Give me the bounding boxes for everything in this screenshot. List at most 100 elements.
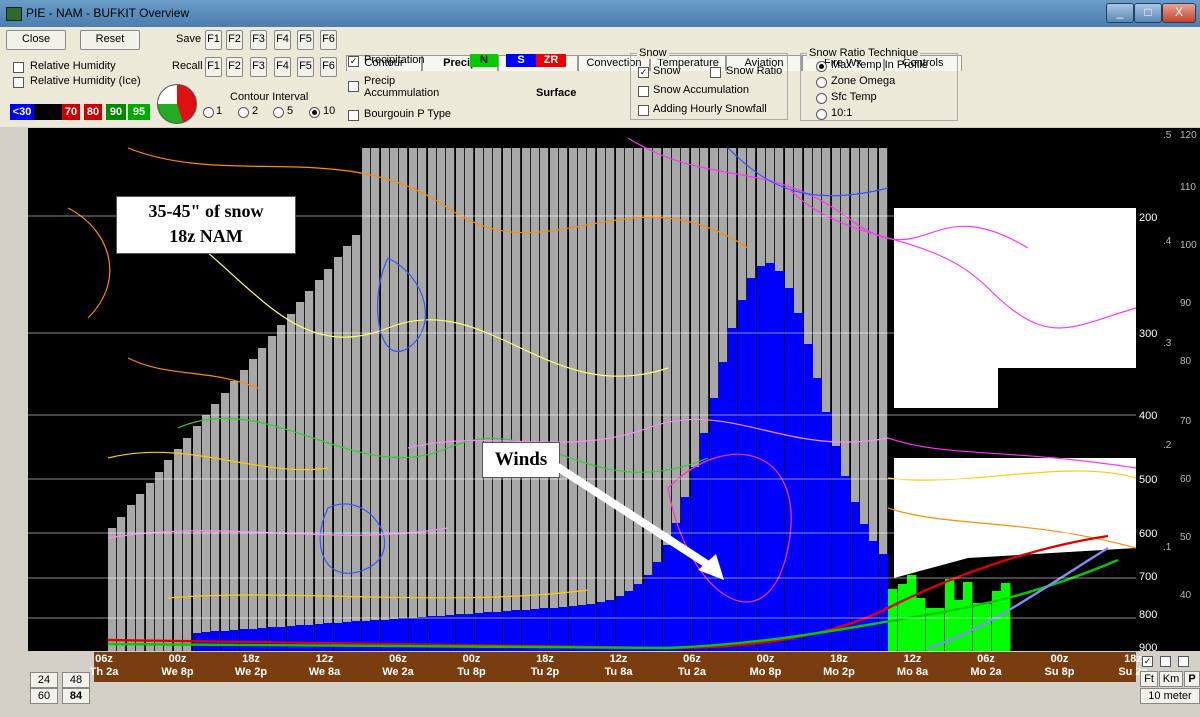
time-tick-hour: 18z xyxy=(809,653,869,666)
rh-checkbox[interactable] xyxy=(13,62,24,73)
time-tick: 00z Su 8p xyxy=(1030,653,1090,679)
precip-bar xyxy=(277,325,285,651)
snow-ratio-label: Snow Ratio xyxy=(726,65,782,77)
ft-button[interactable]: Ft xyxy=(1140,671,1158,687)
reset-button[interactable]: Reset xyxy=(80,30,140,50)
ratio-max-temp-label: Max Temp In Profile xyxy=(831,59,928,71)
height-10-meter-button[interactable]: 10 meter xyxy=(1140,688,1200,704)
right-axis: 200 300 400 500 600 700 800 900 .5 .4 .3… xyxy=(1136,128,1200,651)
save-f4[interactable]: F4 xyxy=(274,30,291,50)
time-tick-day: We 8p xyxy=(148,666,208,679)
rh-swatch-80: 80 xyxy=(84,104,102,120)
snow-bar xyxy=(822,412,831,651)
ptype-s: S xyxy=(506,54,536,67)
snow-bar xyxy=(315,624,324,651)
minimize-button[interactable]: _ xyxy=(1106,3,1134,23)
snow-bar xyxy=(277,627,286,651)
time-tick-day: Tu 2p xyxy=(515,666,575,679)
recall-f1[interactable]: F1 xyxy=(205,57,222,77)
snow-accum-checkbox[interactable] xyxy=(638,86,649,97)
temp-70: 70 xyxy=(1180,416,1191,427)
snow-bar xyxy=(569,606,578,651)
hours-24-button[interactable]: 24 xyxy=(30,672,58,688)
snow-bar xyxy=(559,607,568,651)
time-tick-day: Su 8p xyxy=(1030,666,1090,679)
precip-bar xyxy=(117,517,125,651)
unit-check-2[interactable] xyxy=(1160,656,1171,667)
recall-f2[interactable]: F2 xyxy=(226,57,243,77)
hours-60-button[interactable]: 60 xyxy=(30,688,58,704)
rh-swatch-70: 70 xyxy=(62,104,80,120)
precip-bar xyxy=(522,148,530,651)
save-f2[interactable]: F2 xyxy=(226,30,243,50)
precip-bar xyxy=(362,148,370,651)
winds-arrow-icon xyxy=(548,458,738,588)
maximize-button[interactable]: □ xyxy=(1134,3,1162,23)
snow-ratio-checkbox[interactable] xyxy=(710,67,721,78)
precip-bar xyxy=(446,148,454,651)
snow-bar xyxy=(287,626,296,651)
precipitation-checkbox[interactable]: ✓ xyxy=(348,56,359,67)
snow-annotation-line1: 35-45" of snow xyxy=(117,199,295,224)
bufkit-overview-plot[interactable]: 35-45" of snow 18z NAM Winds xyxy=(28,128,1136,651)
adding-hourly-checkbox[interactable] xyxy=(638,105,649,116)
interval-10-radio[interactable] xyxy=(309,107,320,118)
precip-accum-checkbox[interactable] xyxy=(348,81,359,92)
rain-bar xyxy=(1001,583,1010,651)
interval-5-radio[interactable] xyxy=(273,107,284,118)
rh-ice-checkbox[interactable] xyxy=(13,77,24,88)
precip-bar xyxy=(136,494,144,651)
time-tick: 06z Tu 2a xyxy=(662,653,722,679)
snow-bar xyxy=(540,608,549,651)
tenths-3: .3 xyxy=(1163,338,1171,349)
snow-checkbox[interactable]: ✓ xyxy=(638,67,649,78)
ratio-zone-omega-radio[interactable] xyxy=(816,77,827,88)
clear-region xyxy=(894,208,1136,578)
ratio-10-1-label: 10:1 xyxy=(831,107,852,119)
interval-1-radio[interactable] xyxy=(203,107,214,118)
snow-bar xyxy=(794,313,803,651)
recall-f4[interactable]: F4 xyxy=(274,57,291,77)
unit-check-3[interactable] xyxy=(1178,656,1189,667)
unit-check-1[interactable]: ✓ xyxy=(1142,656,1153,667)
ratio-max-temp-radio[interactable] xyxy=(816,61,827,72)
precip-bar xyxy=(183,438,191,651)
p-button[interactable]: P xyxy=(1184,671,1200,687)
km-button[interactable]: Km xyxy=(1159,671,1183,687)
time-tick-hour: 12z xyxy=(589,653,649,666)
recall-f3[interactable]: F3 xyxy=(250,57,267,77)
time-tick-day: Tu 8a xyxy=(589,666,649,679)
time-tick-hour: 00z xyxy=(736,653,796,666)
hours-84-button[interactable]: 84 xyxy=(62,688,90,704)
save-f3[interactable]: F3 xyxy=(250,30,267,50)
time-tick-hour: 06z xyxy=(662,653,722,666)
time-tick-hour: 12z xyxy=(295,653,355,666)
tenths-2: .2 xyxy=(1163,440,1171,451)
ratio-10-1-radio[interactable] xyxy=(816,109,827,120)
snow-bar xyxy=(305,625,314,651)
time-tick-hour: 18z xyxy=(515,653,575,666)
time-tick-day: We 2a xyxy=(368,666,428,679)
ratio-sfc-temp-radio[interactable] xyxy=(816,93,827,104)
bourgouin-checkbox[interactable] xyxy=(348,110,359,121)
snow-bar xyxy=(249,629,258,651)
precip-bar xyxy=(381,148,389,651)
recall-f5[interactable]: F5 xyxy=(297,57,314,77)
recall-f6[interactable]: F6 xyxy=(320,57,337,77)
save-f6[interactable]: F6 xyxy=(320,30,337,50)
precip-bar xyxy=(512,148,520,651)
snow-label: Snow xyxy=(653,65,681,77)
hours-48-button[interactable]: 48 xyxy=(62,672,90,688)
save-f5[interactable]: F5 xyxy=(297,30,314,50)
save-label: Save xyxy=(176,33,201,45)
time-tick-hour: 18z xyxy=(221,653,281,666)
save-f1[interactable]: F1 xyxy=(205,30,222,50)
close-window-button[interactable]: X xyxy=(1162,3,1196,23)
precip-bar xyxy=(399,148,407,651)
snow-bar xyxy=(747,278,756,651)
close-button[interactable]: Close xyxy=(6,30,66,50)
precipitation-label: Precipitation xyxy=(364,54,425,66)
temp-40: 40 xyxy=(1180,590,1191,601)
app-icon xyxy=(6,7,22,21)
interval-2-radio[interactable] xyxy=(238,107,249,118)
